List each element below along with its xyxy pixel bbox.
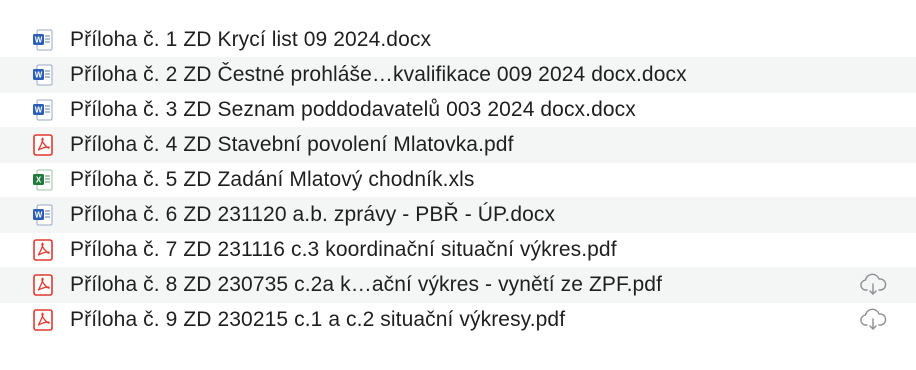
svg-text:W: W: [35, 71, 43, 80]
file-row[interactable]: W Příloha č. 1 ZD Krycí list 09 2024.doc…: [0, 22, 916, 58]
svg-text:X: X: [36, 176, 42, 185]
file-name: Příloha č. 6 ZD 231120 a.b. zprávy - PBŘ…: [70, 203, 556, 226]
file-name: Příloha č. 8 ZD 230735 c.2a k…ační výkre…: [70, 273, 663, 296]
file-row[interactable]: Příloha č. 4 ZD Stavební povolení Mlatov…: [0, 127, 916, 163]
file-row[interactable]: W Příloha č. 2 ZD Čestné prohláše…kvalif…: [0, 57, 916, 93]
file-name: Příloha č. 4 ZD Stavební povolení Mlatov…: [70, 133, 514, 156]
file-row[interactable]: Příloha č. 7 ZD 231116 c.3 koordinační s…: [0, 232, 916, 268]
file-name: Příloha č. 9 ZD 230215 c.1 a c.2 situačn…: [70, 308, 566, 331]
pdf-icon: [33, 274, 53, 296]
file-name: Příloha č. 5 ZD Zadání Mlatový chodník.x…: [70, 168, 475, 191]
svg-text:W: W: [35, 106, 43, 115]
file-row[interactable]: W Příloha č. 6 ZD 231120 a.b. zprávy - P…: [0, 197, 916, 233]
pdf-icon: [33, 134, 53, 156]
file-name: Příloha č. 1 ZD Krycí list 09 2024.docx: [70, 28, 432, 51]
word-doc-icon: W: [33, 204, 53, 226]
file-name: Příloha č. 2 ZD Čestné prohláše…kvalifik…: [70, 63, 687, 86]
svg-text:W: W: [35, 211, 43, 220]
cloud-download-icon[interactable]: [858, 273, 888, 297]
file-row[interactable]: Příloha č. 9 ZD 230215 c.1 a c.2 situačn…: [0, 302, 916, 338]
file-name: Příloha č. 7 ZD 231116 c.3 koordinační s…: [70, 238, 617, 261]
word-doc-icon: W: [33, 99, 53, 121]
svg-text:W: W: [35, 36, 43, 45]
pdf-icon: [33, 239, 53, 261]
file-row[interactable]: Příloha č. 8 ZD 230735 c.2a k…ační výkre…: [0, 267, 916, 303]
file-row[interactable]: W Příloha č. 3 ZD Seznam poddodavatelů 0…: [0, 92, 916, 128]
file-list: W Příloha č. 1 ZD Krycí list 09 2024.doc…: [0, 0, 916, 370]
file-row[interactable]: X Příloha č. 5 ZD Zadání Mlatový chodník…: [0, 162, 916, 198]
pdf-icon: [33, 309, 53, 331]
word-doc-icon: W: [33, 29, 53, 51]
excel-sheet-icon: X: [33, 169, 53, 191]
file-name: Příloha č. 3 ZD Seznam poddodavatelů 003…: [70, 98, 636, 121]
cloud-download-icon[interactable]: [858, 308, 888, 332]
word-doc-icon: W: [33, 64, 53, 86]
